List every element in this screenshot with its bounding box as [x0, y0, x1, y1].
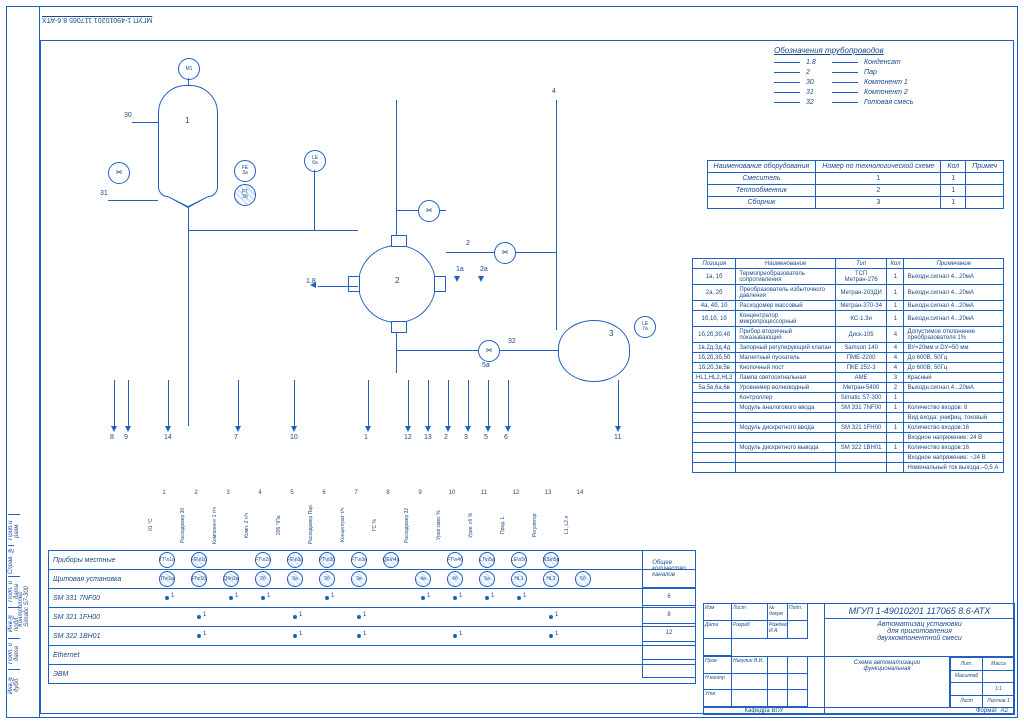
pipe-legend-title: Обозначения трубопроводов	[774, 46, 1004, 55]
table-row: КонтроллерSimatic S7-3001	[693, 393, 1004, 403]
title-block: ИзмЛист№ докумПодп.ДатаРазрабРаждев И.А.…	[703, 603, 1015, 715]
channel-column: 5205 °/Па	[276, 490, 308, 548]
vessel-1-mixer: 1	[158, 85, 218, 197]
valve-icon: ⋈	[478, 340, 500, 362]
table-row: Модуль аналогового вводаSM 331 7NF001Кол…	[693, 403, 1004, 413]
instrument-table: ПозицияНаименованиеТипКолПримечание 1а, …	[692, 258, 1004, 473]
channel-row: SM 331 7NF0011111111	[49, 588, 695, 607]
pid-diagram: 1 M1 30 31 ⋈ FE3a FT3б LE6a ⋈ 2 ⋈ 4 1a 2…	[48, 50, 648, 450]
channel-column: 11Уров. сб %	[468, 490, 500, 548]
table-row: Модуль дискретного вводаSM 321 1FH001Кол…	[693, 423, 1004, 433]
pipe-legend: Обозначения трубопроводов 1.8Конденсат 2П…	[774, 46, 1004, 109]
table-row: 1б,1б, 1бКонцентратор микропроцессорныйК…	[693, 311, 1004, 327]
channel-column: 2Расходомер 30	[180, 490, 212, 548]
controller-label: Контроллер Simatic S7-300	[18, 586, 30, 627]
instrument-bubble: LE6a	[304, 150, 326, 172]
channel-column: 4Комп. 2 т/ч	[244, 490, 276, 548]
channel-column: 3Компонент 1 т/ч	[212, 490, 244, 548]
table-row: Модуль дискретного выводаSM 322 1BH011Ко…	[693, 443, 1004, 453]
table-row: 1б,2б,3б,5бМагнитный пускательПМЕ-22004Д…	[693, 353, 1004, 363]
table-row: 1в,2д,3д,4дЗапорный регулирующий клапанS…	[693, 343, 1004, 353]
doc-title: Автоматизац установки для приготовления …	[825, 619, 1014, 656]
doc-subtitle: Схема автоматизации функциональная	[825, 657, 950, 707]
table-row: Входное напряжение: 24 В	[693, 433, 1004, 443]
channel-row: ЭВМ	[49, 664, 695, 683]
table-row: HL1,HL2,HL3Лампа светосигнальнаяАМЕ3Крас…	[693, 373, 1004, 383]
channel-totals: Общее количество каналов 6 8 12	[642, 550, 696, 678]
doc-number-rotated: МГУП 1-49010201 117065 8.6-АТХ	[42, 16, 152, 23]
table-row: Входное напряжение: ~24 В	[693, 453, 1004, 463]
channel-row: Ethernet	[49, 645, 695, 664]
channel-column: 10Уров смес %	[436, 490, 468, 548]
valve-icon: ⋈	[418, 200, 440, 222]
table-row: 5а,5в,6а,6вУровнемер волноводныйМетран-5…	[693, 383, 1004, 393]
table-row: Сборник31	[707, 197, 1003, 209]
channel-row: Щитовая установкаTI\n1аFI\n1бQI\n2а2б3а3…	[49, 569, 695, 588]
instrument-bubble: FE3a	[234, 160, 256, 182]
instrument-bubble: LE7a	[634, 316, 656, 338]
equipment-table: Наименование оборудованияНомер по технол…	[707, 160, 1004, 209]
motor-m1-icon: M1	[178, 58, 200, 80]
pipe-legend-row: 30Компонент 1	[774, 79, 1004, 86]
vessel-2-heat-exchanger: 2	[358, 245, 436, 323]
instrument-bubble: FT3б	[234, 184, 256, 206]
channel-column: 9Расходомер 32	[404, 490, 436, 548]
table-row: Вид входа: унифиц. токовый	[693, 413, 1004, 423]
table-row: Смеситель11	[707, 173, 1003, 185]
channel-column: 101 °C	[148, 490, 180, 548]
channel-column: 6Расходомер Пар	[308, 490, 340, 548]
pipe-legend-row: 1.8Конденсат	[774, 59, 1004, 66]
channel-column: 14L1, L2 л	[564, 490, 596, 548]
channel-row: SM 322 1BH0111111	[49, 626, 695, 645]
pipe-legend-row: 31Компонент 2	[774, 89, 1004, 96]
valve-icon: ⋈	[108, 162, 130, 184]
channel-column: 7Концентрат т/ч	[340, 490, 372, 548]
table-row: Теплообменник21	[707, 185, 1003, 197]
channel-row: SM 321 1FH001111	[49, 607, 695, 626]
channel-column: 8ГС %	[372, 490, 404, 548]
channel-column: 13Регулятор	[532, 490, 564, 548]
channel-column: 12Пред. L	[500, 490, 532, 548]
channel-row: Приборы местныеTT\n1аFE\n1бFT\n2аFE\n3аP…	[49, 551, 695, 569]
pipe-legend-row: 32Готовая смесь	[774, 99, 1004, 106]
table-row: Номинальный ток выхода:–0,5 А	[693, 463, 1004, 473]
table-row: 1б,2б,3б,4бПрибор вторичный показывающий…	[693, 327, 1004, 343]
valve-icon: ⋈	[494, 242, 516, 264]
table-row: 4а, 4б, 1бРасходомер массовыйМетран-370-…	[693, 301, 1004, 311]
table-row: 1б,2б,3в,5вКнопочный постПКЕ 252-34До 60…	[693, 363, 1004, 373]
pipe-legend-row: 2Пар	[774, 69, 1004, 76]
vessel-3-collector: 3	[558, 320, 630, 382]
table-row: 1а, 1бТермопреобразователь сопротивления…	[693, 269, 1004, 285]
doc-number: МГУП 1-49010201 117065 8.6-АТХ	[825, 604, 1014, 619]
table-row: 2а, 2бПреобразователь избыточного давлен…	[693, 285, 1004, 301]
